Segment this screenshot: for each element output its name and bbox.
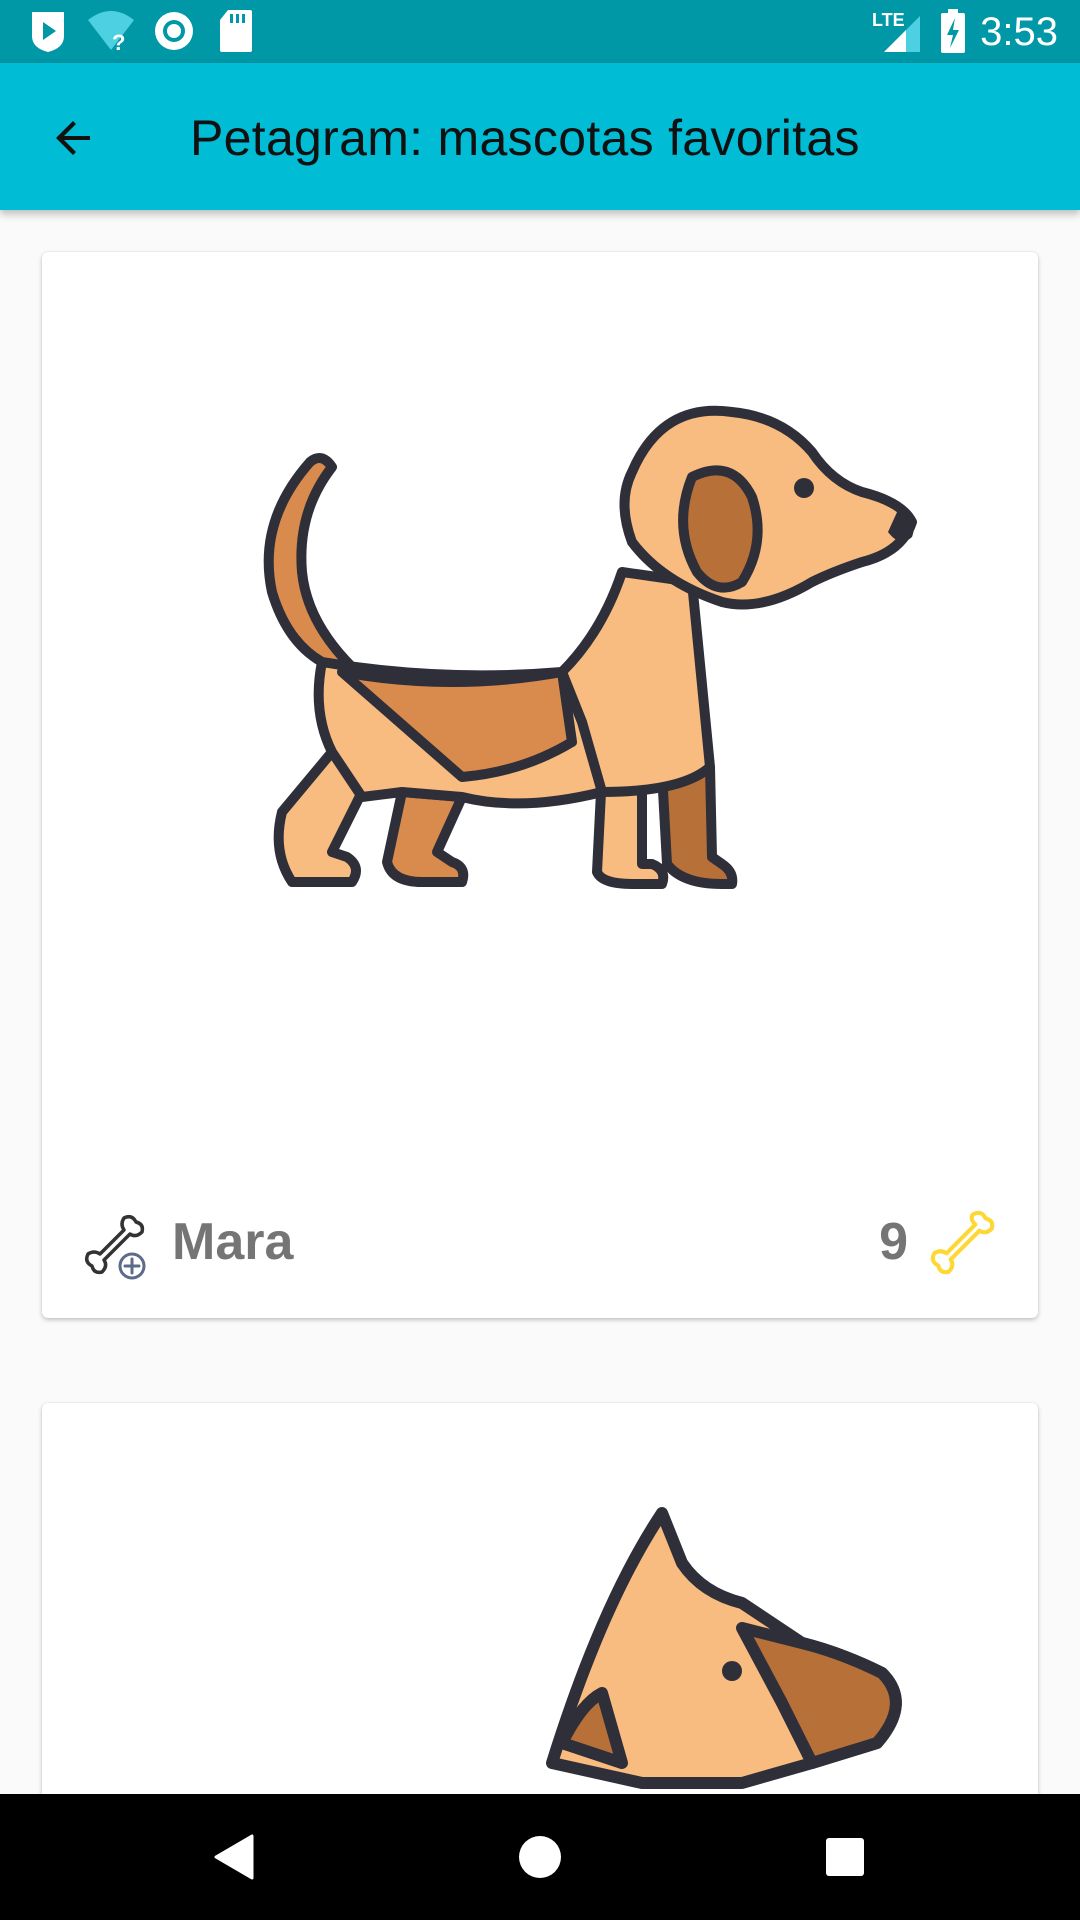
back-triangle-icon <box>214 1834 254 1880</box>
status-time: 3:53 <box>980 10 1058 54</box>
bone-add-icon[interactable] <box>80 1210 152 1282</box>
bone-icon <box>930 1210 995 1275</box>
pet-card: Mara 9 <box>42 252 1038 1318</box>
dog-illustration <box>546 1507 902 1789</box>
nav-back-button[interactable] <box>200 1822 270 1892</box>
wifi-unknown-icon: ? <box>88 11 134 54</box>
app-bar: Petagram: mascotas favoritas <box>0 63 1080 210</box>
play-store-icon <box>32 12 64 52</box>
back-button[interactable] <box>34 103 114 173</box>
pet-card-footer: Mara 9 <box>42 1192 1038 1282</box>
signal-icon <box>884 16 920 52</box>
sd-card-icon <box>220 10 252 52</box>
pet-list[interactable]: Mara 9 <box>0 210 1080 1794</box>
app-title: Petagram: mascotas favoritas <box>190 110 860 166</box>
nav-recents-button[interactable] <box>810 1822 880 1892</box>
svg-text:?: ? <box>112 30 125 54</box>
pet-card <box>42 1403 1038 1794</box>
home-circle-icon <box>519 1836 561 1878</box>
battery-charging-icon <box>941 9 965 53</box>
nav-home-button[interactable] <box>505 1822 575 1892</box>
pet-name: Mara <box>172 1213 294 1271</box>
sync-circle-icon <box>155 12 193 50</box>
recents-square-icon <box>826 1838 864 1876</box>
status-bar: ? LTE 3:53 <box>0 0 1080 63</box>
like-count: 9 <box>879 1213 908 1271</box>
dog-illustration <box>263 405 917 889</box>
navigation-bar <box>0 1794 1080 1920</box>
arrow-back-icon <box>56 121 90 155</box>
